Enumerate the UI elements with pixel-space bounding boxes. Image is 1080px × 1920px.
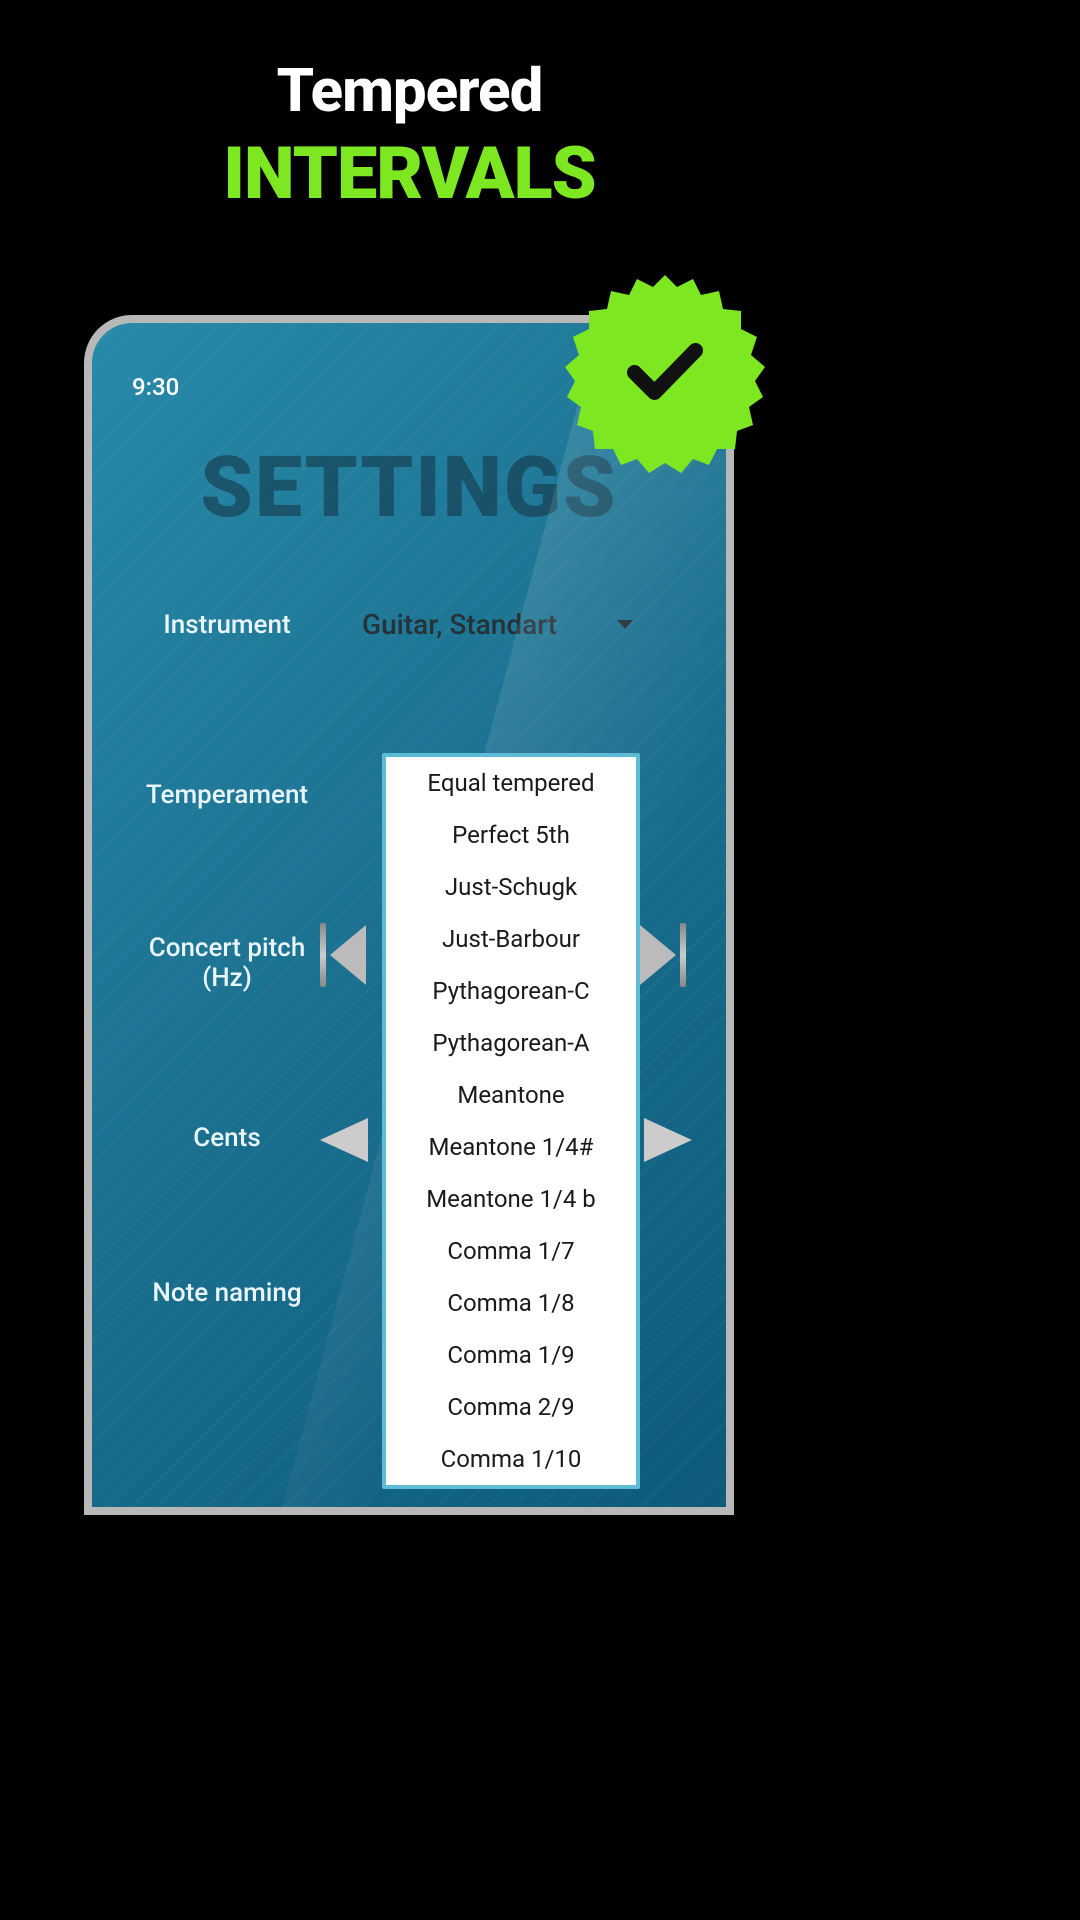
chevron-down-icon — [617, 620, 633, 629]
cents-increment-button[interactable] — [644, 1118, 692, 1162]
note-naming-label: Note naming — [122, 1278, 332, 1308]
dropdown-option[interactable]: Meantone 1/4# — [386, 1121, 636, 1173]
pitch-decrement-button[interactable] — [320, 923, 366, 987]
checkmark-icon — [623, 337, 708, 407]
concert-pitch-label: Concert pitch (Hz) — [122, 933, 332, 993]
dropdown-option[interactable]: Pythagorean-C — [386, 965, 636, 1017]
instrument-label: Instrument — [122, 610, 332, 640]
arrow-right-icon — [644, 1118, 692, 1162]
dropdown-option[interactable]: Just-Schugk — [386, 861, 636, 913]
arrow-left-icon — [320, 1118, 368, 1162]
verified-badge — [565, 275, 765, 475]
cents-label: Cents — [122, 1123, 332, 1153]
arrow-right-icon — [640, 925, 676, 985]
dropdown-option[interactable]: Comma 1/9 — [386, 1329, 636, 1381]
temperament-label: Temperament — [122, 780, 332, 810]
dropdown-option[interactable]: Comma 1/8 — [386, 1277, 636, 1329]
instrument-value: Guitar, Standart — [362, 608, 557, 641]
pitch-increment-button[interactable] — [640, 923, 686, 987]
temperament-dropdown[interactable]: Equal tempered Perfect 5th Just-Schugk J… — [382, 753, 640, 1489]
dropdown-option[interactable]: Comma 1/7 — [386, 1225, 636, 1277]
promo-headline: Tempered INTERVALS — [0, 0, 819, 216]
dropdown-option[interactable]: Comma 1/10 — [386, 1433, 636, 1485]
dropdown-option[interactable]: Equal tempered — [386, 757, 636, 809]
arrow-left-icon — [330, 925, 366, 985]
cents-decrement-button[interactable] — [320, 1118, 368, 1162]
dropdown-option[interactable]: Perfect 5th — [386, 809, 636, 861]
dropdown-option[interactable]: Just-Barbour — [386, 913, 636, 965]
phone-mockup: 9:30 SETTINGS Instrument Guitar, Standar… — [84, 315, 734, 1515]
dropdown-option[interactable]: Meantone — [386, 1069, 636, 1121]
headline-line1: Tempered — [0, 55, 819, 126]
dropdown-option[interactable]: Comma 2/9 — [386, 1381, 636, 1433]
dropdown-option[interactable]: Pythagorean-A — [386, 1017, 636, 1069]
dropdown-option[interactable]: Meantone 1/4 b — [386, 1173, 636, 1225]
headline-line2: INTERVALS — [0, 131, 819, 216]
setting-row-instrument: Instrument Guitar, Standart — [122, 608, 696, 641]
instrument-select[interactable]: Guitar, Standart — [362, 608, 633, 641]
status-bar-time: 9:30 — [132, 373, 179, 401]
